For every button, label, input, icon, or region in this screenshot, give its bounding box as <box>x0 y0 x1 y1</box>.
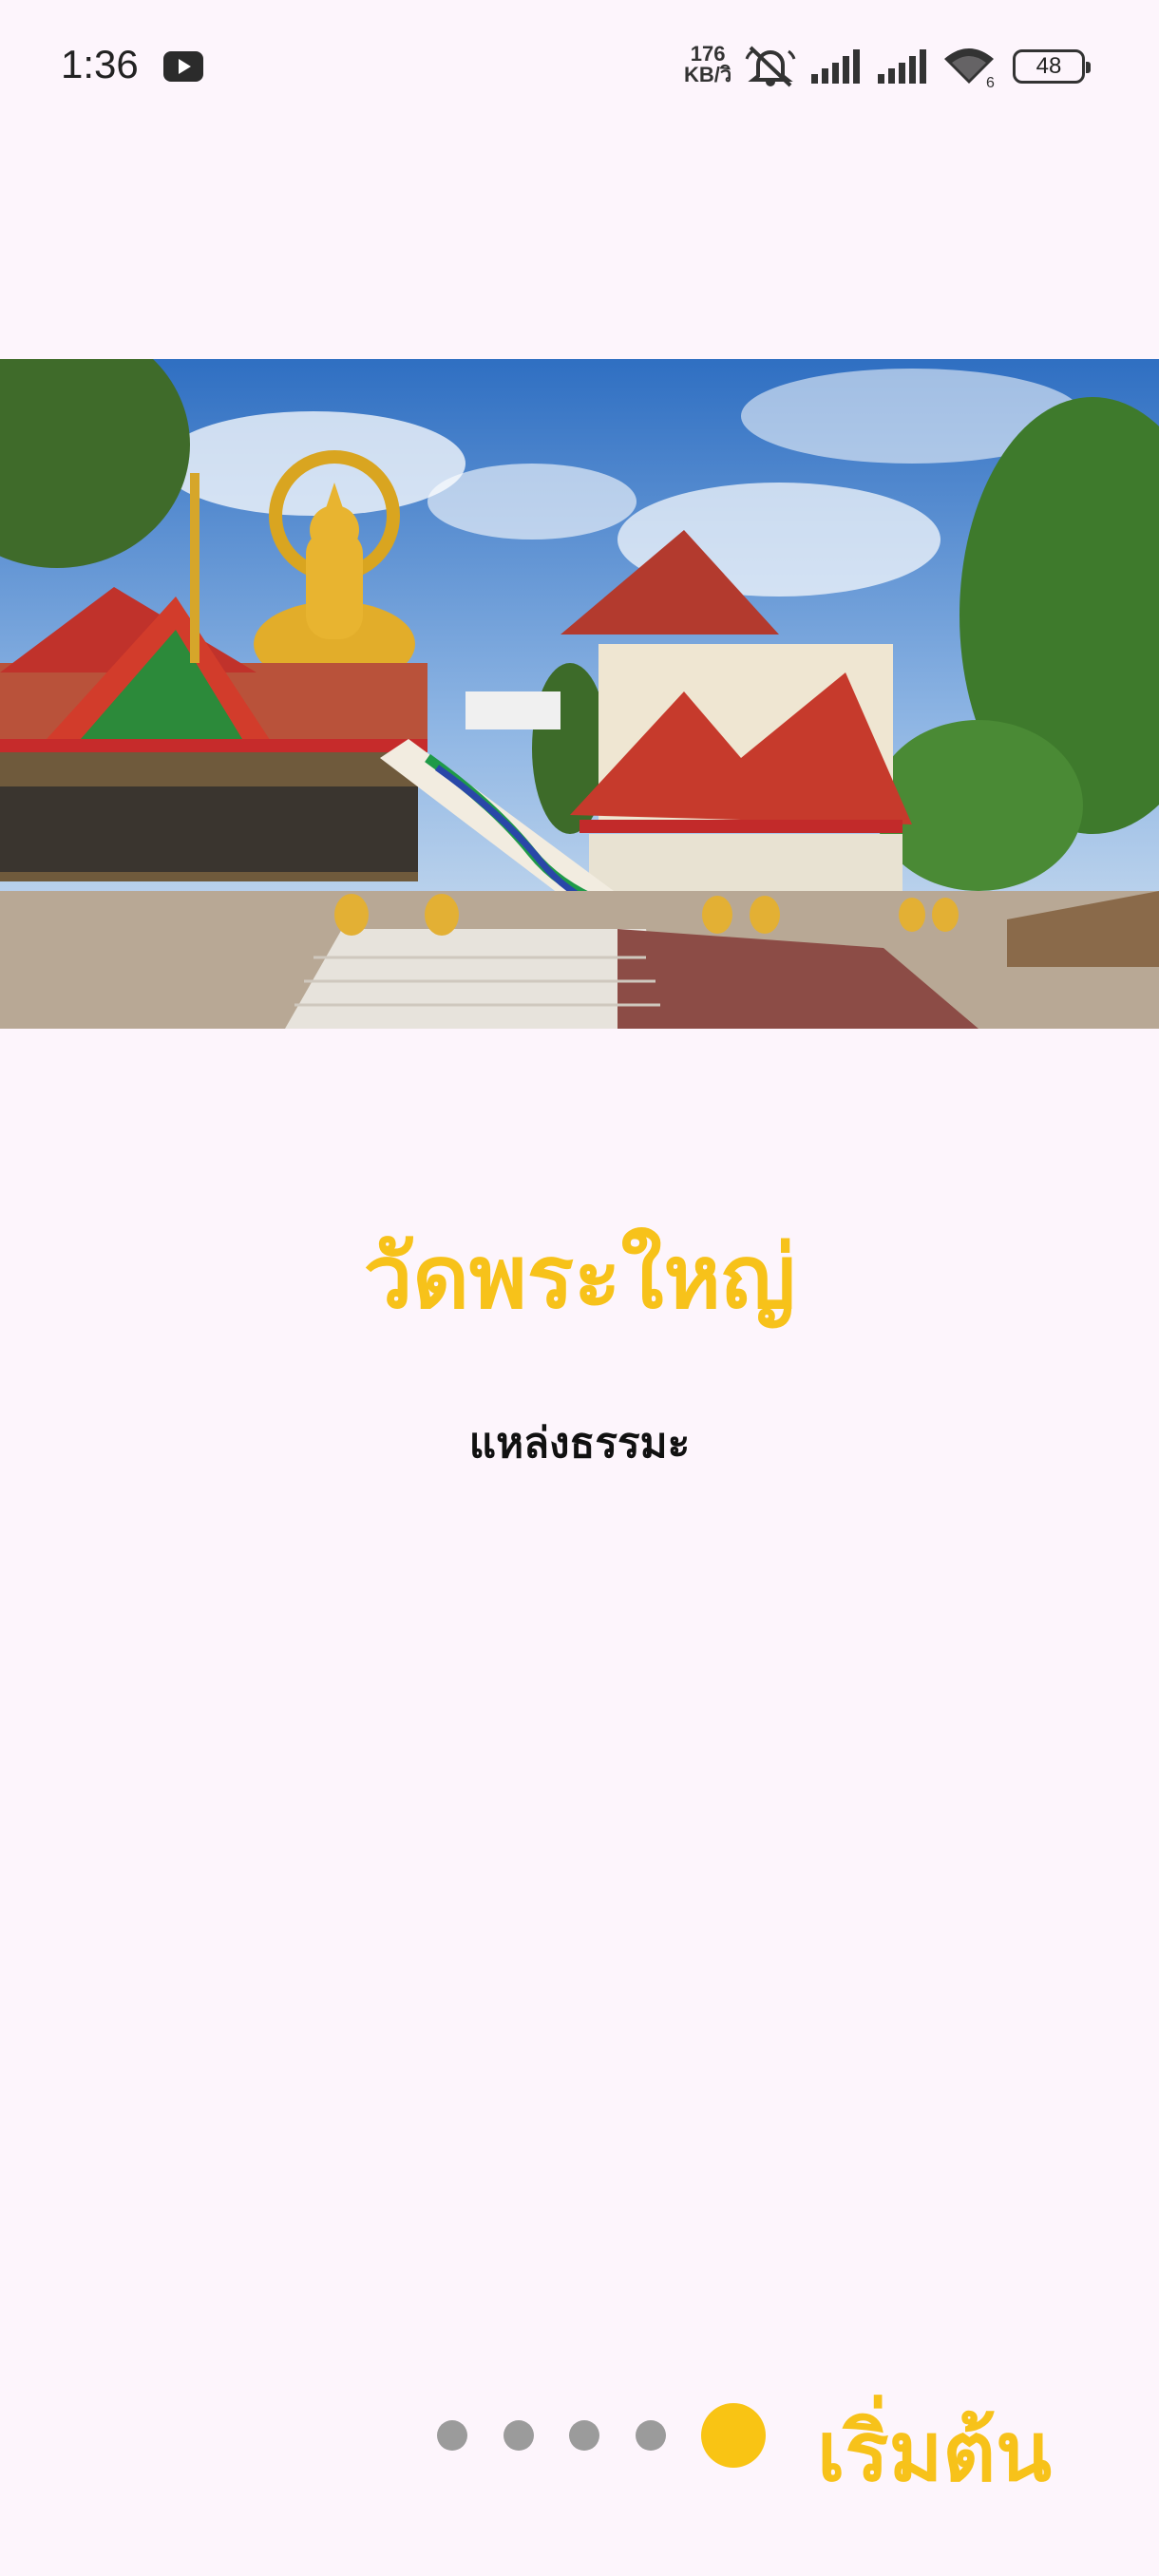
page-dot[interactable] <box>569 2420 599 2451</box>
signal-icon <box>811 49 860 84</box>
network-speed-unit: KB/วิ <box>684 63 732 86</box>
page-dot[interactable] <box>636 2420 666 2451</box>
network-speed: 176 KB/วิ <box>684 44 732 85</box>
page-dot-active[interactable] <box>701 2403 766 2468</box>
youtube-icon <box>163 51 203 82</box>
battery-icon: 48 <box>1013 49 1091 84</box>
network-speed-value: 176 <box>690 42 726 66</box>
status-bar: 1:36 176 KB/วิ 6 48 <box>0 0 1159 133</box>
start-button[interactable]: เริ่มต้น <box>817 2386 1052 2516</box>
status-time: 1:36 <box>61 42 139 86</box>
svg-text:6: 6 <box>986 75 995 89</box>
temple-image <box>0 359 1159 1029</box>
mute-icon <box>745 46 796 87</box>
wifi-icon: 6 <box>944 48 995 89</box>
page-title: วัดพระใหญ่ <box>363 1226 796 1328</box>
signal-icon <box>878 49 926 84</box>
page-subtitle: แหล่งธรรมะ <box>468 1419 691 1468</box>
page-dot[interactable] <box>437 2420 467 2451</box>
page-dot[interactable] <box>504 2420 534 2451</box>
